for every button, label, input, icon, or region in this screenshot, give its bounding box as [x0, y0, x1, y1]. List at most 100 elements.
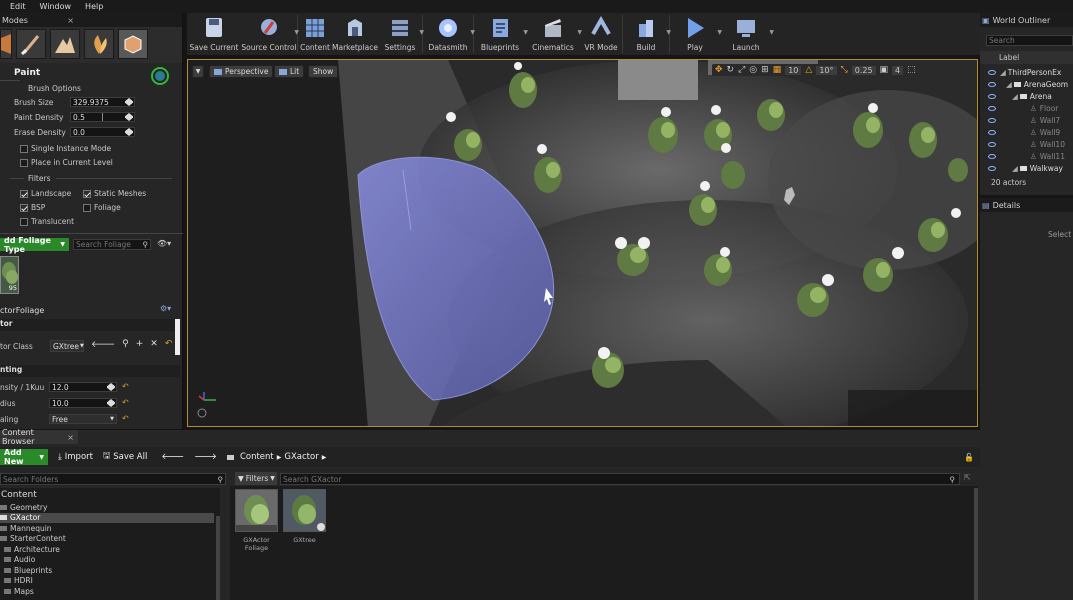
filter-foliage-option[interactable]: Foliage — [83, 203, 121, 212]
single-instance-checkbox[interactable] — [20, 144, 28, 153]
filter-landscape-option[interactable]: Landscape — [20, 189, 71, 198]
source-control-button[interactable]: Source Control ▼ — [241, 13, 299, 55]
filter-translucent-option[interactable]: Translucent — [20, 217, 74, 226]
maximize-icon[interactable]: ⬚ — [907, 65, 916, 75]
foliage-mode-button[interactable] — [84, 29, 114, 59]
save-all-button[interactable]: 🖫 Save All — [103, 450, 147, 464]
content-button[interactable]: Content — [298, 13, 332, 55]
nav-back-button[interactable]: 🡐 — [161, 452, 184, 462]
search-folders-input[interactable]: Search Folders ⚲ — [0, 473, 226, 485]
chevron-right-icon[interactable]: ▶ — [322, 454, 327, 461]
lock-icon[interactable]: 🔓 — [964, 453, 974, 462]
surface-snap-icon[interactable]: ⊞ — [761, 65, 769, 75]
folder-item[interactable]: Maps — [0, 586, 214, 597]
browse-icon[interactable]: ⚲ — [122, 339, 129, 350]
visibility-eye-icon[interactable] — [988, 153, 996, 159]
arrow-left-icon[interactable]: 🡐 — [91, 339, 115, 350]
menu-window[interactable]: Window — [40, 2, 72, 11]
lit-button[interactable]: Lit — [274, 65, 305, 78]
viewport-options-button[interactable]: ▼ — [192, 65, 204, 78]
camera-speed-value[interactable]: 4 — [892, 65, 904, 75]
folder-item-selected[interactable]: GXactor — [0, 512, 214, 523]
close-icon[interactable]: × — [67, 16, 74, 25]
details-options-icon[interactable]: ⚙▾ — [160, 304, 171, 313]
folder-item[interactable]: Mannequin — [0, 523, 214, 534]
datasmith-button[interactable]: Datasmith ▼ — [423, 13, 475, 55]
asset-tile[interactable]: GXtree — [283, 489, 326, 544]
actor-section-header[interactable]: tor — [0, 319, 175, 331]
folder-item[interactable]: HDRI — [0, 576, 214, 587]
radius-field[interactable]: 10.0 — [49, 398, 117, 408]
import-button[interactable]: ⤓ Import — [58, 452, 93, 462]
marketplace-button[interactable]: Marketplace — [332, 13, 378, 55]
filter-bsp-checkbox[interactable] — [20, 203, 28, 212]
scale-icon[interactable]: ⤢ — [738, 65, 745, 75]
erase-density-field[interactable]: 0.0 — [70, 127, 135, 137]
chevron-right-icon[interactable]: ▶ — [277, 454, 282, 461]
outliner-row[interactable]: ♙ Wall9 — [980, 126, 1073, 138]
nav-forward-button[interactable]: 🡒 — [194, 452, 217, 462]
folder-tree-root[interactable]: Content — [1, 490, 37, 500]
save-current-button[interactable]: Save Current — [187, 13, 241, 55]
paint-settings-icon[interactable] — [151, 64, 183, 88]
world-outliner-tab[interactable]: ▣ World Outliner — [980, 13, 1073, 27]
single-instance-option[interactable]: Single Instance Mode — [20, 144, 111, 153]
menu-help[interactable]: Help — [85, 2, 103, 11]
brush-size-field[interactable]: 329.9375 — [70, 97, 135, 107]
filter-landscape-checkbox[interactable] — [20, 189, 28, 198]
pin-icon[interactable]: ⇱ — [964, 473, 971, 482]
outliner-row[interactable]: ◢ Arena — [980, 90, 1073, 102]
blueprints-button[interactable]: Blueprints ▼ — [474, 13, 528, 55]
play-button[interactable]: Play ▼ — [670, 13, 722, 55]
foliage-search-input[interactable]: Search Foliage ⚲ — [73, 239, 151, 250]
filter-foliage-checkbox[interactable] — [83, 203, 91, 212]
painting-section-header[interactable]: nting — [0, 365, 180, 377]
launch-button[interactable]: Launch ▼ — [720, 13, 774, 55]
scale-snap-icon[interactable]: ⤡ — [841, 65, 848, 75]
asset-tile[interactable]: GXActor Foliage — [235, 489, 278, 552]
breadcrumb-content[interactable]: Content — [240, 452, 274, 462]
actor-class-dropdown[interactable]: GXtree ▼ — [50, 340, 84, 352]
show-button[interactable]: Show — [308, 65, 339, 78]
outliner-row[interactable]: ◢ ArenaGeom — [980, 78, 1073, 90]
world-local-icon[interactable]: ◎ — [749, 65, 757, 75]
folder-scrollbar[interactable] — [216, 516, 220, 600]
scale-snap-value[interactable]: 0.25 — [851, 65, 876, 75]
outliner-row[interactable]: ♙ Floor — [980, 102, 1073, 114]
build-button[interactable]: Build ▼ — [623, 13, 671, 55]
content-browser-tab[interactable]: Content Browser × — [0, 428, 78, 446]
grid-snap-icon[interactable]: ▦ — [773, 65, 782, 75]
visibility-eye-icon[interactable] — [988, 81, 996, 87]
cinematics-button[interactable]: Cinematics ▼ — [526, 13, 582, 55]
visibility-eye-icon[interactable] — [988, 105, 996, 111]
settings-button[interactable]: Settings ▼ — [378, 13, 424, 55]
menu-edit[interactable]: Edit — [10, 2, 26, 11]
add-foliage-type-button[interactable]: dd Foliage Type ▼ — [0, 236, 69, 254]
camera-speed-icon[interactable]: ▣ — [880, 65, 889, 75]
density-reset-icon[interactable]: ↶ — [122, 382, 129, 391]
visibility-eye-icon[interactable] — [988, 117, 996, 123]
level-viewport[interactable]: ▼ Perspective Lit Show ✥ ↻ ⤢ ◎ ⊞ ▦ 10 △ … — [187, 59, 978, 427]
outliner-row[interactable]: ♙ Wall7 — [980, 114, 1073, 126]
landscape-mode-button[interactable] — [50, 29, 80, 59]
folder-item[interactable]: Blueprints — [0, 565, 214, 576]
place-mode-button[interactable] — [0, 29, 12, 59]
rotation-snap-icon[interactable]: △ — [805, 65, 812, 75]
paint-mode-button[interactable] — [16, 29, 46, 59]
rotation-snap-value[interactable]: 10° — [816, 65, 837, 75]
grid-snap-value[interactable]: 10 — [785, 65, 802, 75]
visibility-eye-icon[interactable] — [988, 165, 996, 171]
visibility-eye-icon[interactable] — [988, 129, 996, 135]
view-options-icon[interactable]: 👁▾ — [157, 239, 171, 248]
filters-header[interactable]: Filters — [28, 174, 50, 183]
outliner-row[interactable]: ◢ Walkway — [980, 162, 1073, 174]
visibility-eye-icon[interactable] — [988, 69, 996, 75]
modes-tab[interactable]: Modes × — [0, 13, 182, 27]
folder-item[interactable]: Audio — [0, 555, 214, 566]
folder-item[interactable]: Geometry — [0, 502, 214, 513]
filter-bsp-option[interactable]: BSP — [20, 203, 45, 212]
filter-static-meshes-option[interactable]: Static Meshes — [83, 189, 146, 198]
perspective-button[interactable]: Perspective — [209, 65, 274, 78]
geometry-mode-button[interactable] — [118, 29, 148, 59]
details-tab[interactable]: ▤ Details — [980, 198, 1073, 212]
